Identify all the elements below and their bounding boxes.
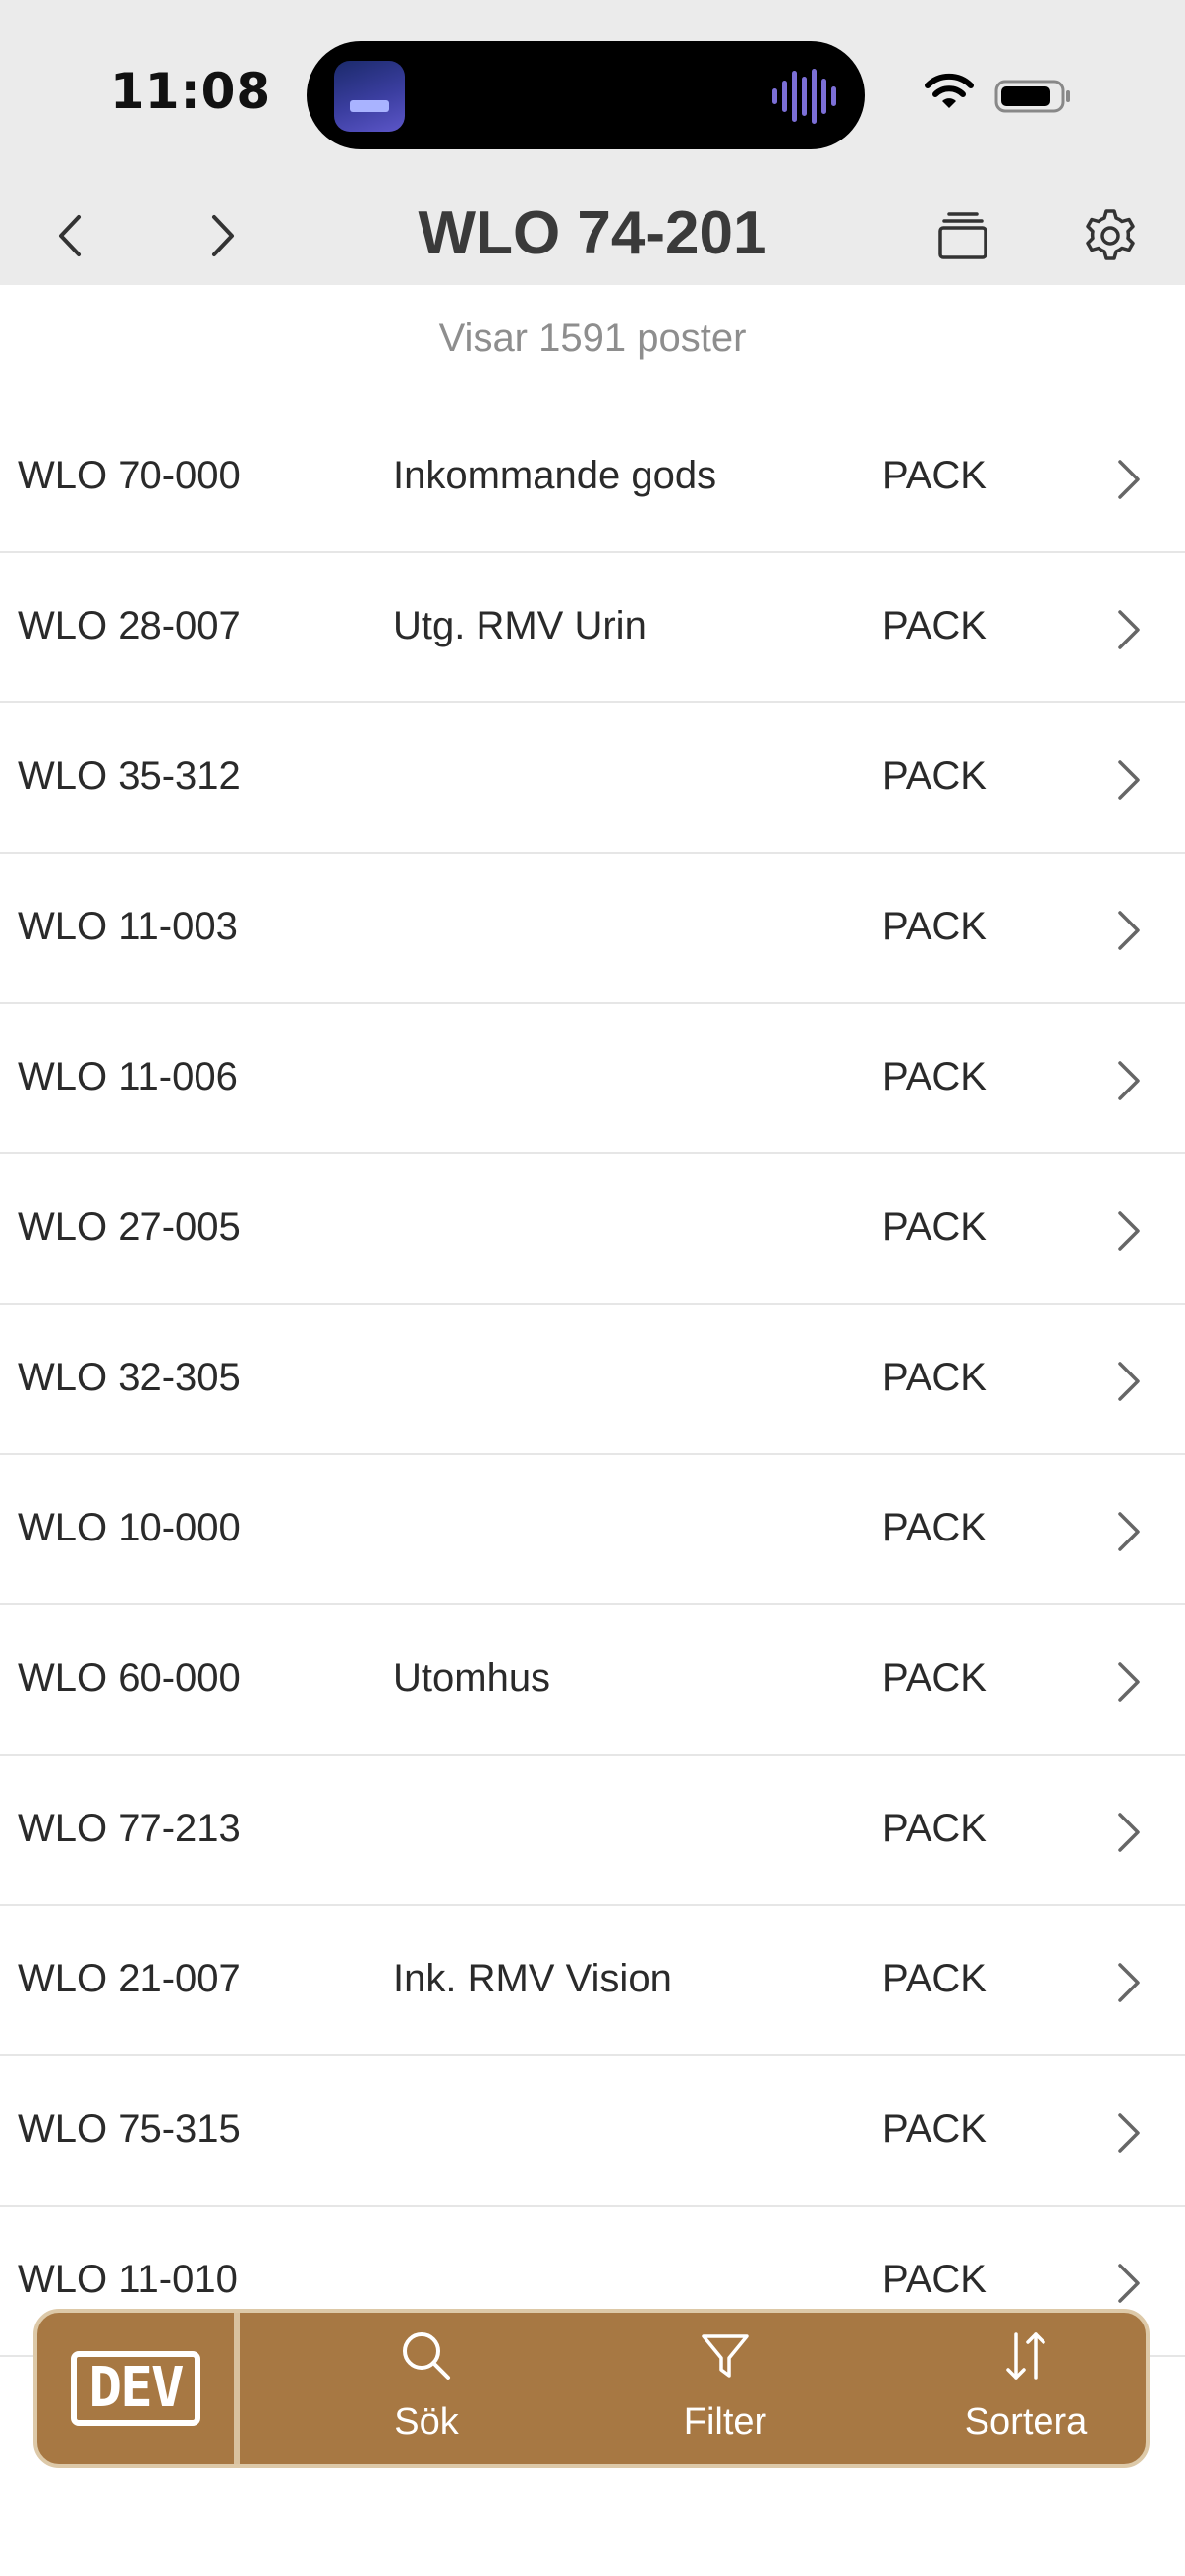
search-label: Sök (394, 2401, 459, 2442)
location-code: WLO 75-315 (18, 2107, 241, 2151)
list-item[interactable]: WLO 77-213 PACK (0, 1756, 1185, 1906)
location-type: PACK (882, 1356, 987, 1399)
location-code: WLO 32-305 (18, 1356, 241, 1399)
list-item[interactable]: WLO 35-312 PACK (0, 703, 1185, 854)
chevron-right-icon (1118, 1362, 1140, 1401)
location-type: PACK (882, 2107, 987, 2151)
chevron-right-icon (1118, 1963, 1140, 2002)
record-count: Visar 1591 poster (438, 316, 747, 360)
chevron-right-icon (1118, 610, 1140, 649)
location-description: Utg. RMV Urin (393, 604, 647, 647)
location-code: WLO 11-010 (18, 2258, 238, 2301)
chevron-right-icon (1118, 1512, 1140, 1551)
location-code: WLO 27-005 (18, 1205, 241, 1249)
list-item[interactable]: WLO 10-000 PACK (0, 1455, 1185, 1605)
settings-button[interactable] (1075, 200, 1146, 271)
location-type: PACK (882, 454, 987, 497)
sort-label: Sortera (964, 2401, 1088, 2442)
chevron-right-icon (1118, 760, 1140, 800)
location-description: Utomhus (393, 1656, 551, 1700)
navigation-bar: WLO 74-201 (0, 187, 1185, 285)
location-code: WLO 70-000 (18, 454, 241, 497)
location-type: PACK (882, 905, 987, 948)
list-item[interactable]: WLO 28-007 Utg. RMV Urin PACK (0, 553, 1185, 703)
list-item[interactable]: WLO 11-003 PACK (0, 854, 1185, 1004)
location-code: WLO 35-312 (18, 755, 241, 798)
search-icon (403, 2332, 450, 2380)
location-code: WLO 11-003 (18, 905, 238, 948)
list-item[interactable]: WLO 75-315 PACK (0, 2056, 1185, 2207)
gear-icon (1086, 209, 1135, 260)
stack-button[interactable] (928, 200, 998, 271)
dev-badge: DEV (37, 2313, 240, 2464)
list-item[interactable]: WLO 60-000 Utomhus PACK (0, 1605, 1185, 1756)
location-code: WLO 21-007 (18, 1957, 241, 2000)
location-code: WLO 77-213 (18, 1807, 241, 1850)
search-button[interactable]: Sök (279, 2313, 574, 2464)
status-time: 11:08 (110, 63, 272, 120)
location-type: PACK (882, 1656, 987, 1700)
filter-label: Filter (683, 2401, 767, 2442)
location-type: PACK (882, 1205, 987, 1249)
chevron-right-icon (1118, 2113, 1140, 2153)
filter-icon (702, 2334, 749, 2378)
chevron-right-icon (1118, 911, 1140, 950)
location-type: PACK (882, 1807, 987, 1850)
chevron-right-icon (1118, 1662, 1140, 1702)
chevron-right-icon (1118, 1813, 1140, 1852)
chevron-right-icon (1118, 1061, 1140, 1100)
dev-logo: DEV (71, 2351, 200, 2426)
location-code: WLO 11-006 (18, 1055, 238, 1098)
chevron-right-icon (1118, 460, 1140, 499)
chevron-right-icon (1118, 1211, 1140, 1251)
list-item[interactable]: WLO 32-305 PACK (0, 1305, 1185, 1455)
location-type: PACK (882, 1506, 987, 1549)
location-list: WLO 70-000 Inkommande gods PACK WLO 28-007 U… (0, 403, 1185, 2357)
dynamic-island[interactable] (307, 41, 865, 149)
page-title: WLO 74-201 (418, 199, 767, 267)
list-item[interactable]: WLO 27-005 PACK (0, 1154, 1185, 1305)
battery-icon (994, 80, 1070, 113)
filter-button[interactable]: Filter (578, 2313, 873, 2464)
location-type: PACK (882, 1055, 987, 1098)
location-code: WLO 60-000 (18, 1656, 241, 1700)
location-type: PACK (882, 604, 987, 647)
location-type: PACK (882, 755, 987, 798)
location-description: Ink. RMV Vision (393, 1957, 672, 2000)
sort-icon (1006, 2332, 1045, 2380)
chevron-right-icon (1118, 2264, 1140, 2303)
list-item[interactable]: WLO 21-007 Ink. RMV Vision PACK (0, 1906, 1185, 2056)
location-type: PACK (882, 2258, 987, 2301)
location-description: Inkommande gods (393, 454, 717, 497)
location-type: PACK (882, 1957, 987, 2000)
list-item[interactable]: WLO 70-000 Inkommande gods PACK (0, 403, 1185, 553)
status-bar: 11:08 (0, 0, 1185, 187)
location-code: WLO 28-007 (18, 604, 241, 647)
wifi-icon (925, 73, 974, 108)
location-code: WLO 10-000 (18, 1506, 241, 1549)
bottom-toolbar: DEV Sök Filter Sortera (33, 2309, 1150, 2468)
audio-waveform-icon (772, 69, 836, 124)
sort-button[interactable]: Sortera (878, 2313, 1146, 2464)
stack-icon (938, 212, 988, 259)
now-playing-app-icon (334, 61, 405, 132)
list-item[interactable]: WLO 11-006 PACK (0, 1004, 1185, 1154)
